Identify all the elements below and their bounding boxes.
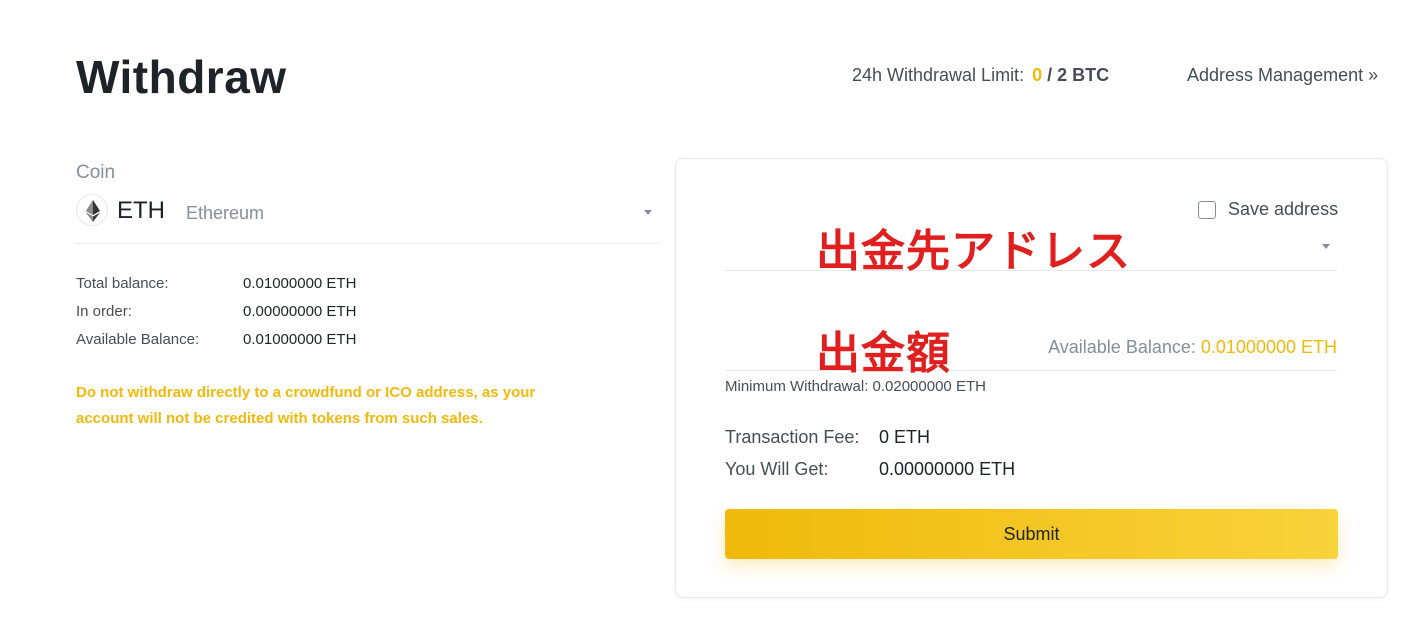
minimum-withdrawal: Minimum Withdrawal: 0.02000000 ETH xyxy=(725,378,986,395)
balance-value: 0.00000000 ETH xyxy=(243,303,357,320)
withdraw-form-card: Save address 出金先アドレス 出金額 Available Balan… xyxy=(675,158,1388,598)
save-address-toggle[interactable]: Save address xyxy=(1198,199,1338,220)
warning-message: Do not withdraw directly to a crowdfund … xyxy=(76,384,536,427)
balance-row-in-order: In order: 0.00000000 ETH xyxy=(76,303,356,320)
address-annotation: 出金先アドレス xyxy=(816,226,1131,277)
save-address-checkbox[interactable] xyxy=(1198,200,1216,219)
chevron-down-icon xyxy=(644,210,652,215)
balance-row-available: Available Balance: 0.01000000 ETH xyxy=(76,331,356,348)
balance-label: In order: xyxy=(76,303,132,320)
you-will-get-row: You Will Get: 0.00000000 ETH xyxy=(725,459,1015,480)
withdrawal-limit-total: / 2 BTC xyxy=(1047,65,1110,85)
transaction-fee-row: Transaction Fee: 0 ETH xyxy=(725,427,930,448)
amount-annotation: 出金額 xyxy=(816,328,951,379)
balance-value: 0.01000000 ETH xyxy=(243,331,357,348)
balance-label: Total balance: xyxy=(76,275,169,292)
balance-row-total: Total balance: 0.01000000 ETH xyxy=(76,275,356,292)
withdrawal-limit: 24h Withdrawal Limit: 0 / 2 BTC xyxy=(852,65,1109,86)
address-management-link[interactable]: Address Management » xyxy=(1187,65,1378,86)
transaction-fee-value: 0 ETH xyxy=(879,427,931,447)
available-balance-value[interactable]: 0.01000000 ETH xyxy=(1201,337,1337,357)
chevron-down-icon xyxy=(1322,244,1330,249)
you-will-get-value: 0.00000000 ETH xyxy=(879,459,1016,479)
coin-select[interactable]: ETH Ethereum xyxy=(76,192,659,244)
coin-name: Ethereum xyxy=(186,203,265,223)
you-will-get-label: You Will Get: xyxy=(725,459,829,479)
coin-symbol: ETH xyxy=(117,197,165,224)
available-balance: Available Balance: 0.01000000 ETH xyxy=(1048,337,1337,358)
withdrawal-limit-used: 0 xyxy=(1032,65,1043,85)
available-balance-label: Available Balance: xyxy=(1048,337,1196,357)
withdrawal-limit-label: 24h Withdrawal Limit: xyxy=(852,65,1025,85)
transaction-fee-label: Transaction Fee: xyxy=(725,427,860,447)
submit-button[interactable]: Submit xyxy=(725,509,1338,559)
balance-value: 0.01000000 ETH xyxy=(243,275,357,292)
page-title: Withdraw xyxy=(76,51,287,103)
save-address-label: Save address xyxy=(1228,199,1339,219)
balance-label: Available Balance: xyxy=(76,331,200,348)
coin-label: Coin xyxy=(76,162,116,183)
ethereum-icon xyxy=(76,194,108,226)
